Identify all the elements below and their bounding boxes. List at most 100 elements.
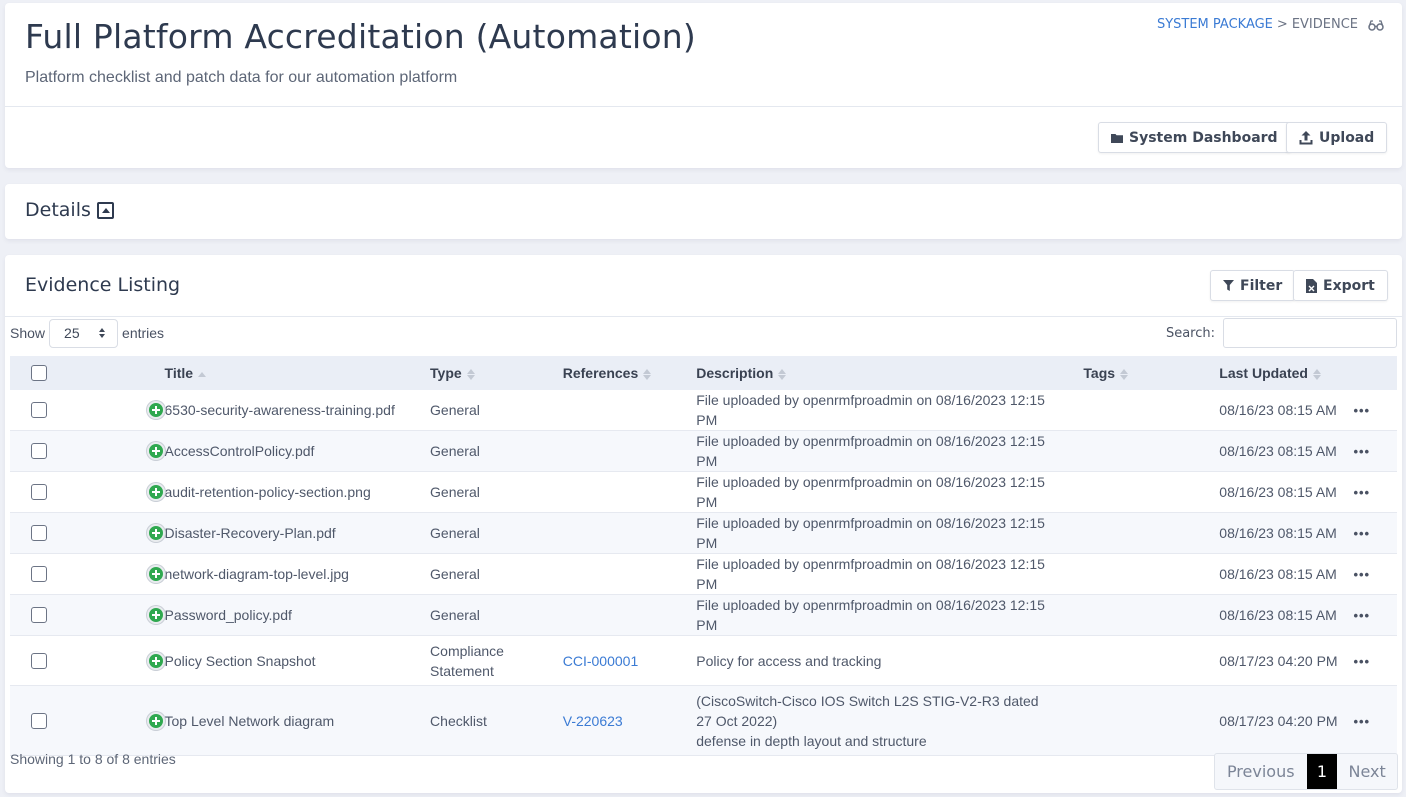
ellipsis-icon[interactable]: ••• <box>1353 444 1370 459</box>
cell-last-updated: 08/16/23 08:15 AM <box>1219 566 1337 582</box>
cell-last-updated: 08/16/23 08:15 AM <box>1219 525 1337 541</box>
column-header-description[interactable]: Description <box>696 356 1083 390</box>
ellipsis-icon[interactable]: ••• <box>1353 526 1370 541</box>
row-checkbox[interactable] <box>31 607 47 623</box>
evidence-divider <box>5 316 1402 317</box>
cell-tags <box>1083 636 1219 686</box>
column-header-tags[interactable]: Tags <box>1083 356 1219 390</box>
table-row: audit-retention-policy-section.png Genera… <box>10 472 1397 513</box>
previous-page-button[interactable]: Previous <box>1215 754 1307 789</box>
expand-plus-icon[interactable] <box>146 651 165 670</box>
cell-last-updated: 08/17/23 04:20 PM <box>1219 652 1338 669</box>
expand-plus-icon[interactable] <box>146 565 165 583</box>
header-card: Full Platform Accreditation (Automation)… <box>5 3 1402 168</box>
cell-tags <box>1083 554 1219 595</box>
column-header-references[interactable]: References <box>563 356 696 390</box>
row-checkbox[interactable] <box>31 443 47 459</box>
cell-references: V-220623 <box>563 686 696 756</box>
expand-plus-icon[interactable] <box>146 524 165 542</box>
filter-button[interactable]: Filter <box>1210 270 1296 301</box>
sort-asc-icon <box>198 371 207 377</box>
cell-references <box>563 595 696 636</box>
details-title: Details <box>25 199 91 221</box>
cell-title: AccessControlPolicy.pdf <box>164 443 315 459</box>
entries-label: entries <box>122 325 165 341</box>
filter-label: Filter <box>1240 277 1283 294</box>
cell-tags <box>1083 686 1219 756</box>
system-dashboard-button[interactable]: System Dashboard <box>1098 122 1291 153</box>
ellipsis-icon[interactable]: ••• <box>1353 485 1370 500</box>
cell-description: Policy for access and tracking <box>696 652 882 669</box>
ellipsis-icon[interactable]: ••• <box>1353 608 1370 623</box>
cell-type: General <box>430 607 480 623</box>
table-row: AccessControlPolicy.pdf General File uploa… <box>10 430 1397 472</box>
ellipsis-icon[interactable]: ••• <box>1353 403 1370 418</box>
next-page-button[interactable]: Next <box>1337 754 1397 789</box>
search-label: Search: <box>1165 325 1215 341</box>
expand-plus-icon[interactable] <box>146 606 165 624</box>
row-checkbox[interactable] <box>31 525 47 541</box>
cell-last-updated: 08/16/23 08:15 AM <box>1219 443 1337 459</box>
cell-title: Password_policy.pdf <box>164 607 292 623</box>
cell-type: General <box>430 484 480 500</box>
expand-plus-icon[interactable] <box>146 442 165 460</box>
row-checkbox[interactable] <box>31 402 47 418</box>
table-row: Disaster-Recovery-Plan.pdf General File up… <box>10 512 1397 554</box>
ellipsis-icon[interactable]: ••• <box>1353 714 1370 729</box>
column-header-title[interactable]: Title <box>165 356 431 390</box>
select-arrows-icon <box>99 328 106 338</box>
ellipsis-icon[interactable]: ••• <box>1353 567 1370 582</box>
details-card: Details <box>5 184 1402 239</box>
filter-icon <box>1223 280 1234 291</box>
row-checkbox[interactable] <box>31 652 47 669</box>
cell-description: (CiscoSwitch-Cisco IOS Switch L2S STIG-V… <box>696 692 1039 749</box>
sort-icon <box>643 368 652 380</box>
evidence-card: Evidence Listing Filter Export Show 25 e… <box>5 255 1402 793</box>
table-row: 6530-security-awareness-training.pdf Gene… <box>10 390 1397 431</box>
export-label: Export <box>1323 277 1375 294</box>
search-input[interactable] <box>1223 318 1397 348</box>
row-checkbox[interactable] <box>31 566 47 582</box>
collapse-up-icon[interactable] <box>96 201 114 219</box>
column-header-type[interactable]: Type <box>430 356 563 390</box>
cell-tags <box>1083 513 1219 554</box>
details-heading[interactable]: Details <box>25 199 114 221</box>
cell-references <box>563 554 696 595</box>
cell-description: File uploaded by openrmfproadmin on 08/1… <box>696 597 1045 633</box>
cell-references <box>563 390 696 431</box>
cell-references <box>563 431 696 472</box>
reference-link[interactable]: V-220623 <box>563 713 623 729</box>
cell-references <box>563 513 696 554</box>
cell-type: General <box>430 566 480 582</box>
page-subtitle: Platform checklist and patch data for ou… <box>25 69 458 86</box>
ellipsis-icon[interactable]: ••• <box>1353 654 1370 669</box>
cell-tags <box>1083 431 1219 472</box>
cell-type: Checklist <box>430 712 487 729</box>
show-label: Show <box>10 325 46 341</box>
upload-label: Upload <box>1319 129 1375 146</box>
page-length-value: 25 <box>64 325 80 341</box>
reference-link[interactable]: CCI-000001 <box>563 653 639 669</box>
export-button[interactable]: Export <box>1293 270 1388 301</box>
expand-plus-icon[interactable] <box>146 483 165 501</box>
cell-last-updated: 08/16/23 08:15 AM <box>1219 484 1337 500</box>
system-dashboard-label: System Dashboard <box>1129 129 1278 146</box>
expand-plus-icon[interactable] <box>146 711 165 730</box>
breadcrumb-system-package[interactable]: SYSTEM PACKAGE <box>1157 17 1273 32</box>
row-checkbox[interactable] <box>31 484 47 500</box>
column-header-last-updated[interactable]: Last Updated <box>1219 356 1353 390</box>
sort-icon <box>466 368 475 380</box>
breadcrumb-separator: > <box>1276 17 1288 32</box>
page-1-button[interactable]: 1 <box>1306 754 1338 789</box>
table-row: Policy Section Snapshot Compliance Statem… <box>10 636 1397 686</box>
cell-type: General <box>430 402 480 418</box>
expand-plus-icon[interactable] <box>146 401 165 419</box>
row-checkbox[interactable] <box>31 712 47 729</box>
page-length-select[interactable]: 25 <box>49 318 119 348</box>
cell-tags <box>1083 472 1219 513</box>
upload-button[interactable]: Upload <box>1286 122 1388 153</box>
excel-file-icon <box>1306 278 1317 293</box>
cell-description: File uploaded by openrmfproadmin on 08/1… <box>696 392 1045 428</box>
select-all-checkbox[interactable] <box>31 365 47 381</box>
cell-last-updated: 08/17/23 04:20 PM <box>1219 712 1338 729</box>
